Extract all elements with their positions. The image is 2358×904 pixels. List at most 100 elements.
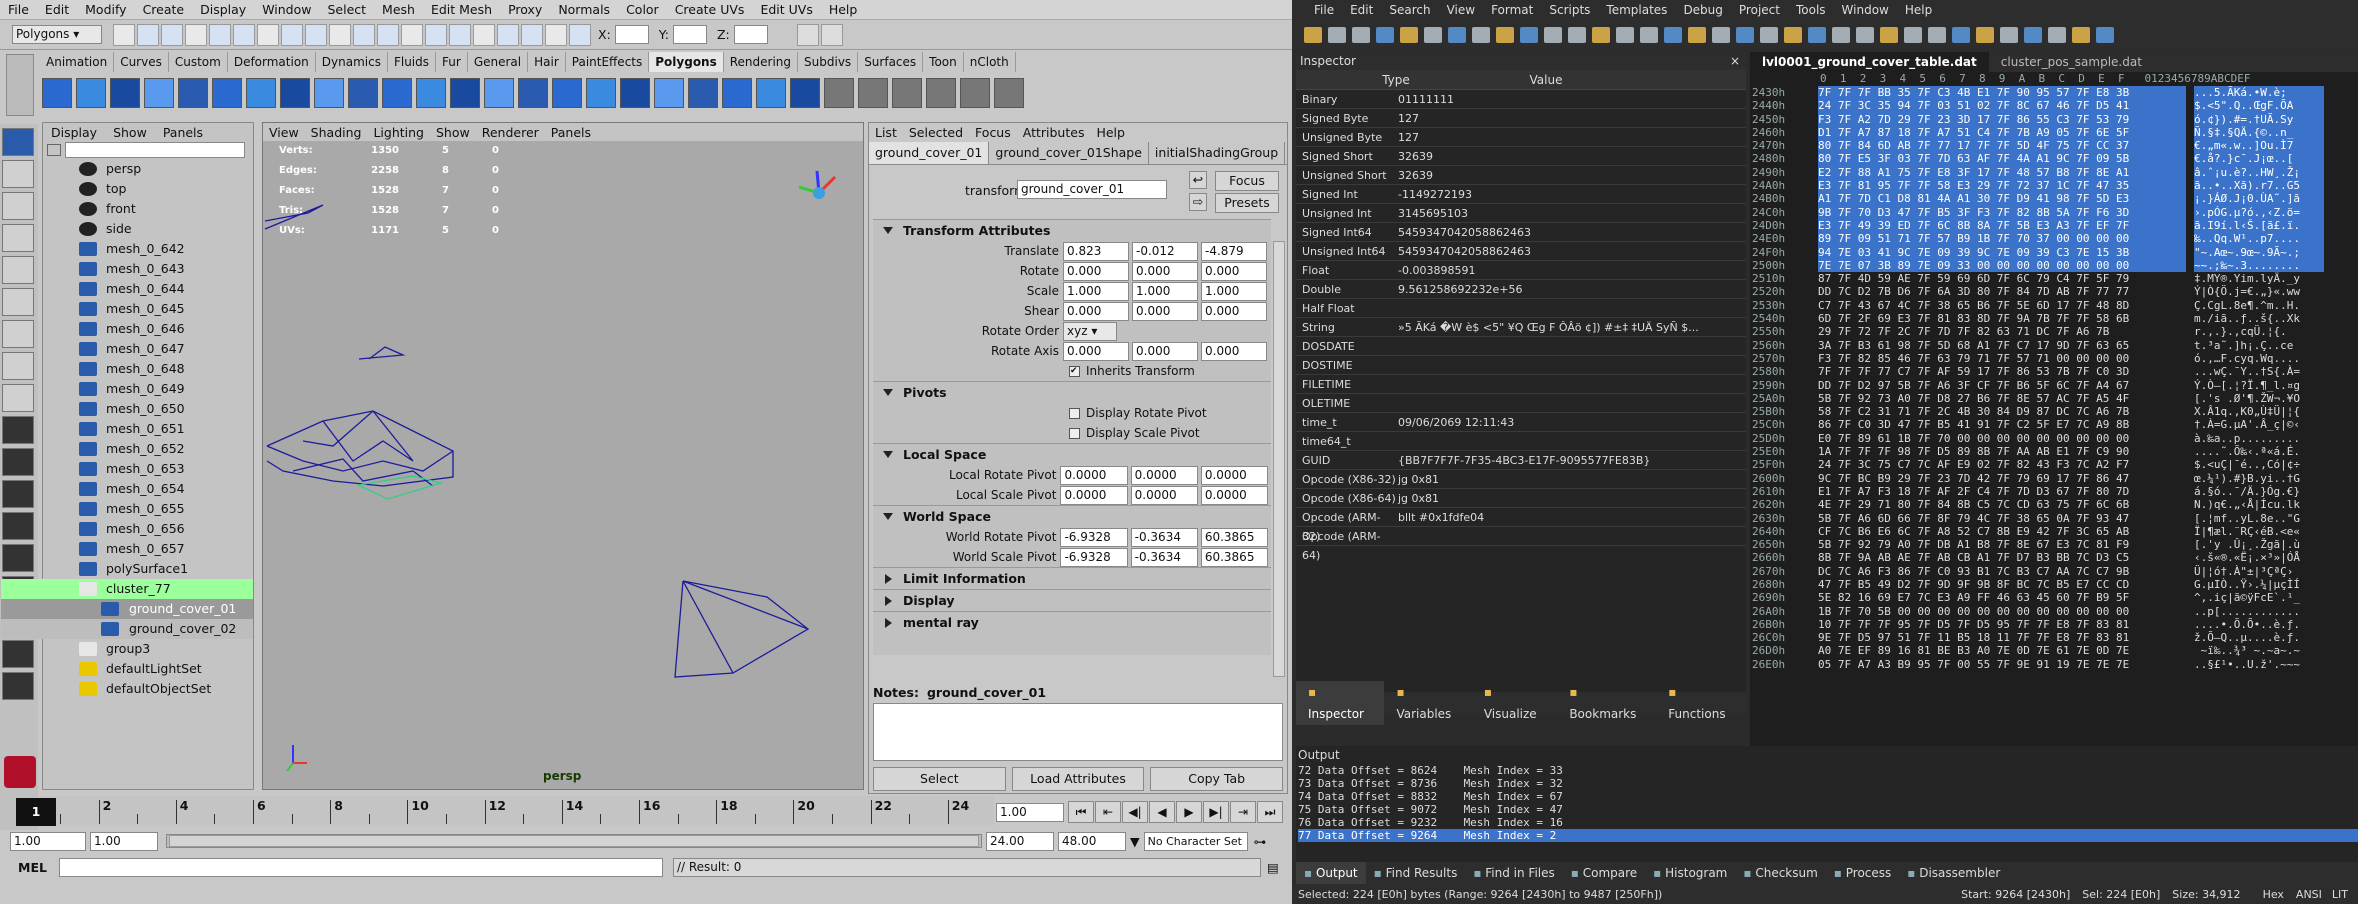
menu-window[interactable]: Window [254, 0, 319, 20]
outliner-item[interactable]: persp [1, 159, 253, 179]
hex-row[interactable]: 2690h 5E 82 16 69 E7 7C E3 A9 FF 46 63 45… [1750, 591, 2358, 604]
shelf-poly-tool-icon[interactable] [858, 78, 888, 108]
attr-field[interactable]: 1.000 [1201, 281, 1267, 301]
shelf-tab-subdivs[interactable]: Subdivs [798, 52, 859, 72]
viewport-menu-lighting[interactable]: Lighting [367, 125, 430, 140]
copy-tab-icon[interactable]: ⇨ [1189, 193, 1207, 211]
hex-row[interactable]: 26C0h 9E 7F D5 97 51 7F 11 B5 18 11 7F 7F… [1750, 631, 2358, 644]
load-attributes-button[interactable]: Load Attributes [1011, 767, 1145, 791]
attr-field[interactable]: 0.000 [1063, 261, 1129, 281]
checkbox[interactable]: ✔ [1069, 365, 1080, 377]
outliner-item[interactable]: ground_cover_01 [1, 599, 253, 619]
outliner-menu-panels[interactable]: Panels [155, 125, 211, 140]
col-value-header[interactable]: Value [1496, 73, 1596, 87]
outliner-item[interactable]: mesh_0_651 [1, 419, 253, 439]
shelf-poly-tool-icon[interactable] [654, 78, 684, 108]
toolbar-icon[interactable] [1400, 27, 1418, 43]
copy-tab-button[interactable]: Copy Tab [1150, 767, 1284, 791]
shelf-poly-tool-icon[interactable] [722, 78, 752, 108]
inspector-tab-visualize[interactable]: ▪ Visualize [1472, 681, 1557, 725]
menu-normals[interactable]: Normals [550, 0, 618, 20]
attr-field[interactable]: -0.012 [1132, 241, 1198, 261]
inspector-row[interactable]: Double 9.561258692232e+56 [1296, 280, 1746, 299]
shelf-poly-tool-icon[interactable] [382, 78, 412, 108]
outliner-menu-show[interactable]: Show [105, 125, 155, 140]
status-tool-icon[interactable] [521, 23, 543, 46]
shelf-tab-rendering[interactable]: Rendering [724, 52, 799, 72]
shelf-poly-tool-icon[interactable] [42, 78, 72, 108]
editor-menu-file[interactable]: File [1306, 0, 1342, 20]
inspector-row[interactable]: String »5 ÃKá �W è$ <5" ¥Q Œg F ÔÂö ¢]) #… [1296, 318, 1746, 337]
ae-scrollbar[interactable] [1273, 241, 1285, 677]
hex-row[interactable]: 2440h 24 7F 3C 35 94 7F 03 51 02 7F 8C 67… [1750, 99, 2358, 113]
hex-row[interactable]: 25E0h 1A 7F 7F 7F 98 7F D5 89 8B 7F AA AB… [1750, 445, 2358, 458]
output-tab-histogram[interactable]: ▪ Histogram [1645, 862, 1735, 884]
inspector-tab-variables[interactable]: ▪ Variables [1384, 681, 1471, 725]
attr-field[interactable]: 60.3865 [1200, 527, 1269, 547]
shelf-tab-fur[interactable]: Fur [436, 52, 468, 72]
checkbox[interactable] [1069, 407, 1080, 419]
playback-button-icon[interactable]: ⇤ [1095, 801, 1121, 823]
hex-row[interactable]: 2650h 5B 7F 92 79 A0 7F DB A1 B8 7F 8E 67… [1750, 538, 2358, 551]
attr-field[interactable]: 0.0000 [1060, 485, 1128, 505]
outliner-item[interactable]: mesh_0_653 [1, 459, 253, 479]
toolbar-icon[interactable] [1544, 27, 1562, 43]
hex-row[interactable]: 24D0h E3 7F 49 39 ED 7F 6C 8B 8A 7F 5B E3… [1750, 218, 2358, 233]
toolbar-icon[interactable] [1568, 27, 1586, 43]
y-field[interactable] [672, 25, 707, 44]
hex-row[interactable]: 2620h 4E 7F 29 71 80 7F 84 8B C5 7C CD 63… [1750, 498, 2358, 511]
toolbar-icon[interactable] [1328, 27, 1346, 43]
shelf-tab-surfaces[interactable]: Surfaces [858, 52, 924, 72]
shelf-poly-tool-icon[interactable] [314, 78, 344, 108]
hex-row[interactable]: 26D0h A0 7E EF 89 16 81 BE B3 A0 7E 0D 7E… [1750, 644, 2358, 657]
hex-row[interactable]: 24E0h 89 7F 09 51 71 7F 57 B9 1B 7F 70 37… [1750, 232, 2358, 246]
status-tool-icon[interactable] [233, 23, 255, 46]
inspector-tab-functions[interactable]: ▪ Functions [1656, 681, 1746, 725]
outliner-item[interactable]: defaultObjectSet [1, 679, 253, 699]
inspector-row[interactable]: Signed Short 32639 [1296, 147, 1746, 166]
inspector-row[interactable]: OLETIME [1296, 394, 1746, 413]
hex-row[interactable]: 2570h F3 7F 82 85 46 7F 63 79 71 7F 57 71… [1750, 352, 2358, 365]
menu-create-uvs[interactable]: Create UVs [667, 0, 753, 20]
hex-row[interactable]: 2470h 80 7F 84 6D AB 7F 77 17 7F 7F 5D 4F… [1750, 139, 2358, 153]
inspector-row[interactable]: time_t 09/06/2069 12:11:43 [1296, 413, 1746, 432]
status-tool-icon[interactable] [377, 23, 399, 46]
section-limit[interactable]: Limit Information [873, 567, 1271, 589]
shelf-tab-toon[interactable]: Toon [923, 52, 964, 72]
shelf-poly-tool-icon[interactable] [824, 78, 854, 108]
viewport-menu-view[interactable]: View [263, 125, 305, 140]
editor-menu-project[interactable]: Project [1731, 0, 1788, 20]
shelf-poly-tool-icon[interactable] [756, 78, 786, 108]
status-tool-icon[interactable] [497, 23, 519, 46]
ae-menu-selected[interactable]: Selected [903, 125, 969, 140]
playback-button-icon[interactable]: ◀| [1122, 801, 1148, 823]
attr-field[interactable]: -0.3634 [1130, 547, 1198, 567]
shelf-tab-fluids[interactable]: Fluids [388, 52, 437, 72]
inspector-row[interactable]: time64_t [1296, 432, 1746, 451]
outliner-item[interactable]: defaultLightSet [1, 659, 253, 679]
playback-button-icon[interactable]: ⏭ [1257, 801, 1283, 823]
shelf-poly-tool-icon[interactable] [484, 78, 514, 108]
inspector-row[interactable]: Float -0.003898591 [1296, 261, 1746, 280]
inspector-row[interactable]: Unsigned Int 3145695103 [1296, 204, 1746, 223]
command-input[interactable] [58, 857, 663, 877]
ae-menu-attributes[interactable]: Attributes [1017, 125, 1091, 140]
inspector-row[interactable]: Opcode (X86-64) jg 0x81 [1296, 489, 1746, 508]
viewport-menu-show[interactable]: Show [430, 125, 476, 140]
outliner-item[interactable]: mesh_0_657 [1, 539, 253, 559]
attr-field[interactable]: 0.000 [1132, 301, 1198, 321]
outliner-item[interactable]: mesh_0_647 [1, 339, 253, 359]
menu-color[interactable]: Color [618, 0, 667, 20]
outliner-item[interactable]: side [1, 219, 253, 239]
toolbar-icon[interactable] [1376, 27, 1394, 43]
attr-field[interactable]: 0.000 [1063, 341, 1129, 361]
hex-row[interactable]: 24C0h 9B 7F 70 D3 47 7F B5 3F F3 7F 82 8B… [1750, 205, 2358, 219]
hex-row[interactable]: 26A0h 1B 7F 70 5B 00 00 00 00 00 00 00 00… [1750, 605, 2358, 618]
focus-icon[interactable]: ↩ [1189, 171, 1207, 189]
editor-menu-search[interactable]: Search [1381, 0, 1438, 20]
inspector-row[interactable]: Signed Int -1149272193 [1296, 185, 1746, 204]
script-editor-icon[interactable]: ▤ [1267, 860, 1279, 875]
toolbar-icon[interactable] [1784, 27, 1802, 43]
hex-row[interactable]: 2460h D1 7F A7 87 18 7F A7 51 C4 7F 7B A9… [1750, 125, 2358, 140]
toolbar-icon[interactable] [1640, 27, 1658, 43]
